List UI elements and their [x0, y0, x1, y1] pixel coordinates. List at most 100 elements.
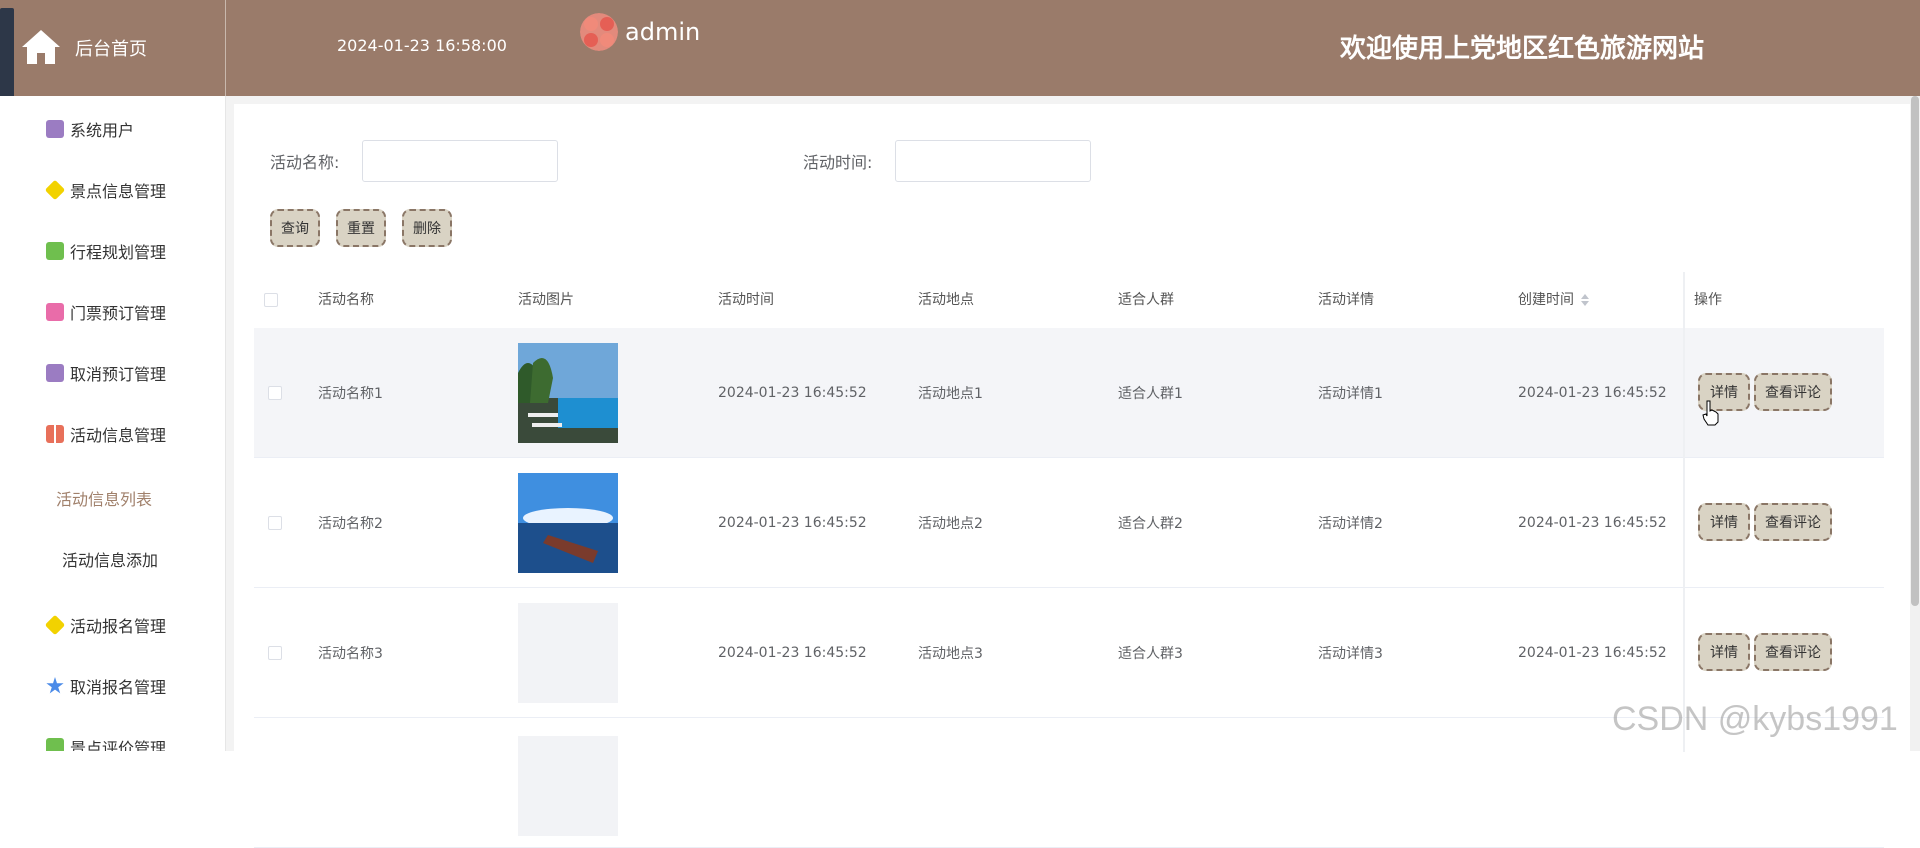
cell-image: [518, 588, 618, 718]
table-row: 活动名称2 2024-01-23 16:45:52 活动地点2 适合人群2 活动…: [254, 458, 1884, 588]
cell-time: 2024-01-23 16:45:52: [718, 385, 867, 401]
cell-time: 2024-01-23 16:45:52: [718, 645, 867, 661]
avatar[interactable]: [580, 13, 618, 51]
table-row: 活动名称3 2024-01-23 16:45:52 活动地点3 适合人群3 活动…: [254, 588, 1884, 718]
sidebar-item-label: 景点信息管理: [70, 182, 167, 201]
archive-icon: [46, 120, 64, 138]
activity-time-input[interactable]: [895, 140, 1091, 182]
cube-icon: [44, 614, 66, 636]
cell-place: 活动地点3: [918, 646, 983, 662]
cell-detail: 活动详情1: [1318, 386, 1383, 402]
detail-button[interactable]: 详情: [1698, 633, 1750, 671]
cell-name: 活动名称1: [318, 386, 383, 402]
row-select-cell[interactable]: [268, 588, 282, 718]
select-all-checkbox[interactable]: [264, 293, 278, 307]
sidebar-item-label: 行程规划管理: [70, 243, 167, 262]
sidebar-item-scenic-info[interactable]: 景点信息管理: [0, 170, 225, 210]
row-checkbox[interactable]: [268, 646, 282, 660]
cell-crowd: 适合人群2: [1118, 516, 1183, 532]
archive-icon: [46, 364, 64, 382]
home-icon: [22, 30, 60, 64]
home-link[interactable]: 后台首页: [0, 0, 226, 96]
cell-time: 2024-01-23 16:45:52: [718, 515, 867, 531]
cell-crowd: 适合人群3: [1118, 646, 1183, 662]
sidebar-subitem-activity-add[interactable]: 活动信息添加: [62, 547, 225, 571]
sidebar-subitem-activity-list[interactable]: 活动信息列表: [56, 486, 225, 510]
sidebar-item-label: 景点评价管理: [70, 739, 167, 751]
cell-crowd: 适合人群1: [1118, 386, 1183, 402]
col-header-ops: 操作: [1694, 292, 1722, 308]
ticket-icon: [46, 303, 64, 321]
page-scrollbar-thumb[interactable]: [1911, 96, 1919, 606]
activity-image: [518, 736, 618, 836]
activity-name-label: 活动名称:: [270, 153, 340, 172]
sidebar-item-label: 取消预订管理: [70, 365, 167, 384]
cube-icon: [44, 179, 66, 201]
watermark: CSDN @kybs1991: [1612, 700, 1898, 738]
select-all-cell[interactable]: [264, 272, 278, 328]
star-icon: [46, 677, 64, 694]
sidebar-item-cancel-booking[interactable]: 取消预订管理: [0, 353, 225, 393]
cell-image: [518, 718, 618, 848]
cell-created: 2024-01-23 16:45:52: [1518, 385, 1667, 401]
sidebar-item-activity-info[interactable]: 活动信息管理: [0, 414, 225, 454]
cell-place: 活动地点2: [918, 516, 983, 532]
reset-button[interactable]: 重置: [336, 209, 386, 247]
grid-icon: [46, 425, 64, 443]
sidebar-item-label: 活动报名管理: [70, 617, 167, 636]
sort-icon[interactable]: [1580, 293, 1590, 307]
cell-place: 活动地点1: [918, 386, 983, 402]
activity-name-input[interactable]: [362, 140, 558, 182]
top-header: 后台首页 2024-01-23 16:58:00 admin 欢迎使用上党地区红…: [0, 0, 1920, 102]
sidebar-item-itinerary[interactable]: 行程规划管理: [0, 231, 225, 271]
activity-image: [518, 603, 618, 703]
col-header-image: 活动图片: [518, 292, 574, 308]
sidebar-item-label: 门票预订管理: [70, 304, 167, 323]
user-name[interactable]: admin: [625, 18, 700, 46]
sidebar-item-cancel-signup[interactable]: 取消报名管理: [0, 666, 225, 706]
sidebar-item-activity-signup[interactable]: 活动报名管理: [0, 605, 225, 645]
hand-cursor-icon: [1702, 400, 1719, 426]
row-select-cell[interactable]: [268, 458, 282, 588]
delete-button[interactable]: 删除: [402, 209, 452, 247]
sidebar-item-system-users[interactable]: 系统用户: [0, 109, 225, 149]
detail-button[interactable]: 详情: [1698, 503, 1750, 541]
chat-icon: [46, 738, 64, 751]
col-header-detail: 活动详情: [1318, 292, 1374, 308]
table-row: 活动名称1 2024-01-23 16:45:52 活动地点1 适合人群1 活动…: [254, 328, 1884, 458]
col-header-created[interactable]: 创建时间: [1518, 272, 1590, 328]
current-datetime: 2024-01-23 16:58:00: [337, 36, 507, 55]
sidebar: 系统用户 景点信息管理 行程规划管理 门票预订管理 取消预订管理 活动信息管理 …: [0, 96, 226, 751]
sidebar-item-label: 系统用户: [70, 121, 135, 140]
chat-icon: [46, 242, 64, 260]
cell-detail: 活动详情2: [1318, 516, 1383, 532]
cell-created: 2024-01-23 16:45:52: [1518, 515, 1667, 531]
query-button[interactable]: 查询: [270, 209, 320, 247]
cell-name: 活动名称2: [318, 516, 383, 532]
fixed-column-divider: [1683, 272, 1685, 752]
col-header-crowd: 适合人群: [1118, 292, 1174, 308]
cell-image: [518, 458, 618, 588]
sidebar-item-scenic-review[interactable]: 景点评价管理: [0, 727, 225, 751]
site-welcome-title: 欢迎使用上党地区红色旅游网站: [1340, 34, 1705, 64]
col-header-created-label: 创建时间: [1518, 292, 1574, 308]
sidebar-item-label: 取消报名管理: [70, 678, 167, 697]
view-comments-button[interactable]: 查看评论: [1754, 503, 1832, 541]
row-checkbox[interactable]: [268, 386, 282, 400]
sidebar-item-ticket-booking[interactable]: 门票预订管理: [0, 292, 225, 332]
col-header-time: 活动时间: [718, 292, 774, 308]
col-header-name: 活动名称: [318, 292, 374, 308]
cell-name: 活动名称3: [318, 646, 383, 662]
activity-image: [518, 473, 618, 573]
cell-detail: 活动详情3: [1318, 646, 1383, 662]
sidebar-item-label: 活动信息管理: [70, 426, 167, 445]
home-title: 后台首页: [75, 39, 147, 60]
activity-image: [518, 343, 618, 443]
view-comments-button[interactable]: 查看评论: [1754, 373, 1832, 411]
view-comments-button[interactable]: 查看评论: [1754, 633, 1832, 671]
activity-time-label: 活动时间:: [803, 153, 873, 172]
row-checkbox[interactable]: [268, 516, 282, 530]
cell-created: 2024-01-23 16:45:52: [1518, 645, 1667, 661]
col-header-place: 活动地点: [918, 292, 974, 308]
row-select-cell[interactable]: [268, 328, 282, 458]
